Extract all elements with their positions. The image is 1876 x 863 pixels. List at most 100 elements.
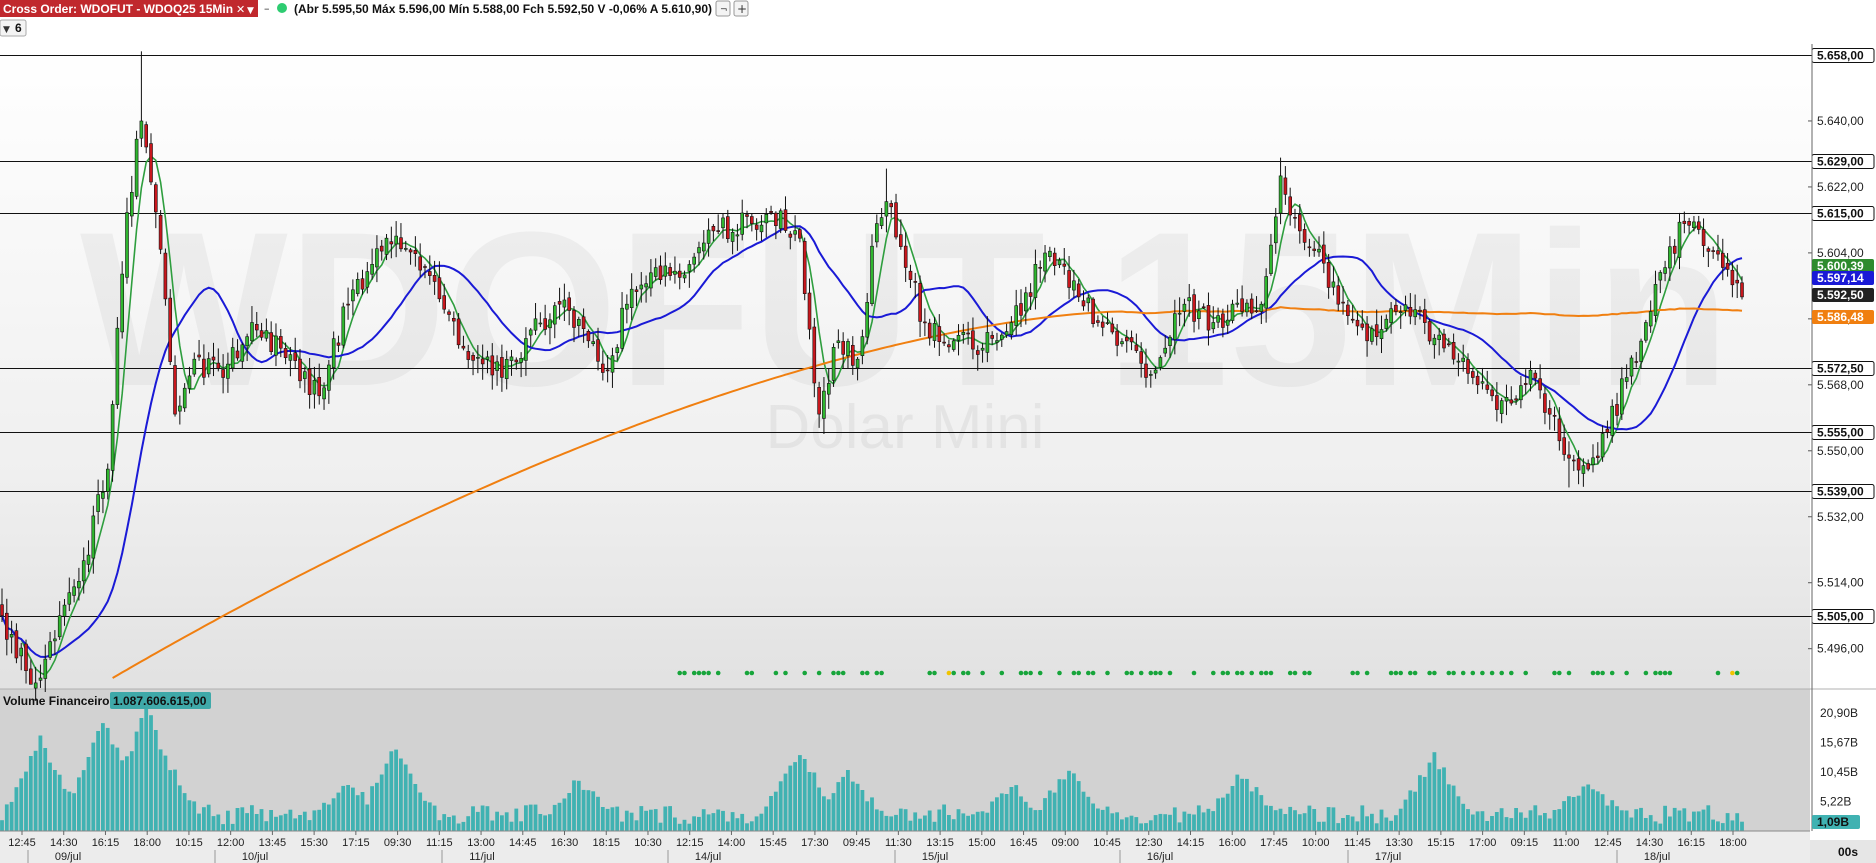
window-title[interactable]: Cross Order: WDOFUT - WDOQ25 15Min [3,2,233,16]
signal-dot [701,670,707,676]
candle-body [53,638,57,642]
volume-bar [1466,809,1470,831]
signal-dot [860,670,865,676]
volume-bar [730,812,735,831]
candle-body [403,248,408,250]
volume-bar [1365,816,1369,831]
volume-bar [1047,790,1052,831]
candle-body [725,216,730,240]
volume-bar [1576,795,1581,831]
candle-body [764,214,769,224]
candle-body [1081,300,1086,307]
volume-bar [1485,821,1490,831]
volume-bar [307,820,312,831]
candle-body [158,215,163,250]
candle-body [1692,221,1696,228]
volume-bar [951,819,956,831]
level-label: 5.658,00 [1817,49,1864,63]
candle-body [1687,221,1691,226]
volume-last-label: 1,09B [1817,815,1849,829]
candle-body [504,358,509,379]
candle-body [216,362,221,369]
signal-dot [1734,670,1740,676]
volume-bar [1634,809,1639,831]
candle-body [221,369,225,378]
candle-body [1048,250,1052,257]
volume-bar [77,777,81,831]
candle-body [57,615,62,638]
minimize-icon[interactable]: – [264,2,270,15]
candle-body [706,229,711,244]
candle-body [1100,321,1105,328]
date-label: 18/jul [1644,851,1670,863]
candle-body [1125,337,1129,342]
volume-bar [216,814,221,831]
volume-bar [528,804,533,831]
volume-bar [1523,817,1528,831]
candle-body [206,358,211,375]
candle-body [1538,378,1542,391]
candle-body [605,369,610,372]
time-tick-label: 18:15 [592,837,620,849]
chart-root: WDOFUT 15Min Dolar Mini 5.658,00 5.629,00… [0,0,1876,863]
volume-bar [687,823,692,831]
volume-bar [769,796,773,831]
candle-body [1283,177,1288,195]
signal-dot [1235,670,1240,676]
candle-body [1413,309,1417,318]
volume-tick-label: 10,45B [1820,765,1858,779]
price-tag-label: 5.586,48 [1817,310,1864,324]
candle-body [1648,311,1653,327]
candle-body [1182,303,1187,312]
candle-body [1302,229,1307,243]
volume-bar [28,756,33,831]
candle-body [1216,315,1220,323]
volume-bar [153,730,158,831]
volume-bar [1509,818,1514,831]
candle-body [975,350,980,355]
candle-body [1557,418,1562,442]
candle-body [889,203,894,208]
signal-dot [1730,670,1735,676]
collapse-triangle-icon: ▼ [3,25,10,35]
volume-bar [581,789,586,831]
volume-bar [1235,774,1240,831]
volume-bar [326,804,331,831]
candle-body [1134,344,1139,351]
close-icon[interactable]: ✕ [236,3,245,16]
candle-body [1062,263,1067,267]
candle-body [1173,313,1177,340]
candle-body [1274,216,1278,244]
volume-bar [826,799,831,831]
candle-body [1129,337,1134,343]
volume-bar [48,762,52,831]
volume-bar [846,770,850,831]
y-tick-label: 5.550,00 [1817,444,1864,458]
volume-bar [1105,806,1110,831]
volume-bar [1336,823,1341,831]
signal-dot [1129,670,1134,676]
candle-body [1634,361,1639,363]
signal-dot [1364,670,1370,676]
candle-body [639,284,644,290]
volume-bar [999,793,1004,831]
volume-bar [1591,789,1595,831]
volume-bar [841,776,845,831]
chart-canvas[interactable]: WDOFUT 15Min Dolar Mini 5.658,005.629,00… [0,0,1876,863]
volume-bar [658,822,663,831]
volume-bar [1668,816,1672,831]
volume-bar [96,731,100,831]
candle-body [168,297,172,362]
volume-bar [432,805,437,831]
candle-body [1485,384,1490,390]
candle-body [1605,428,1610,433]
candle-body [1072,280,1076,291]
volume-tick-label: 5,22B [1820,795,1851,809]
volume-bar [346,785,350,831]
volume-bar [1211,811,1216,831]
chevron-down-icon[interactable]: ▼ [247,6,254,16]
candle-body [802,241,807,295]
candle-body [1365,323,1369,342]
candle-body [1004,331,1009,336]
time-tick-label: 18:00 [1719,837,1747,849]
